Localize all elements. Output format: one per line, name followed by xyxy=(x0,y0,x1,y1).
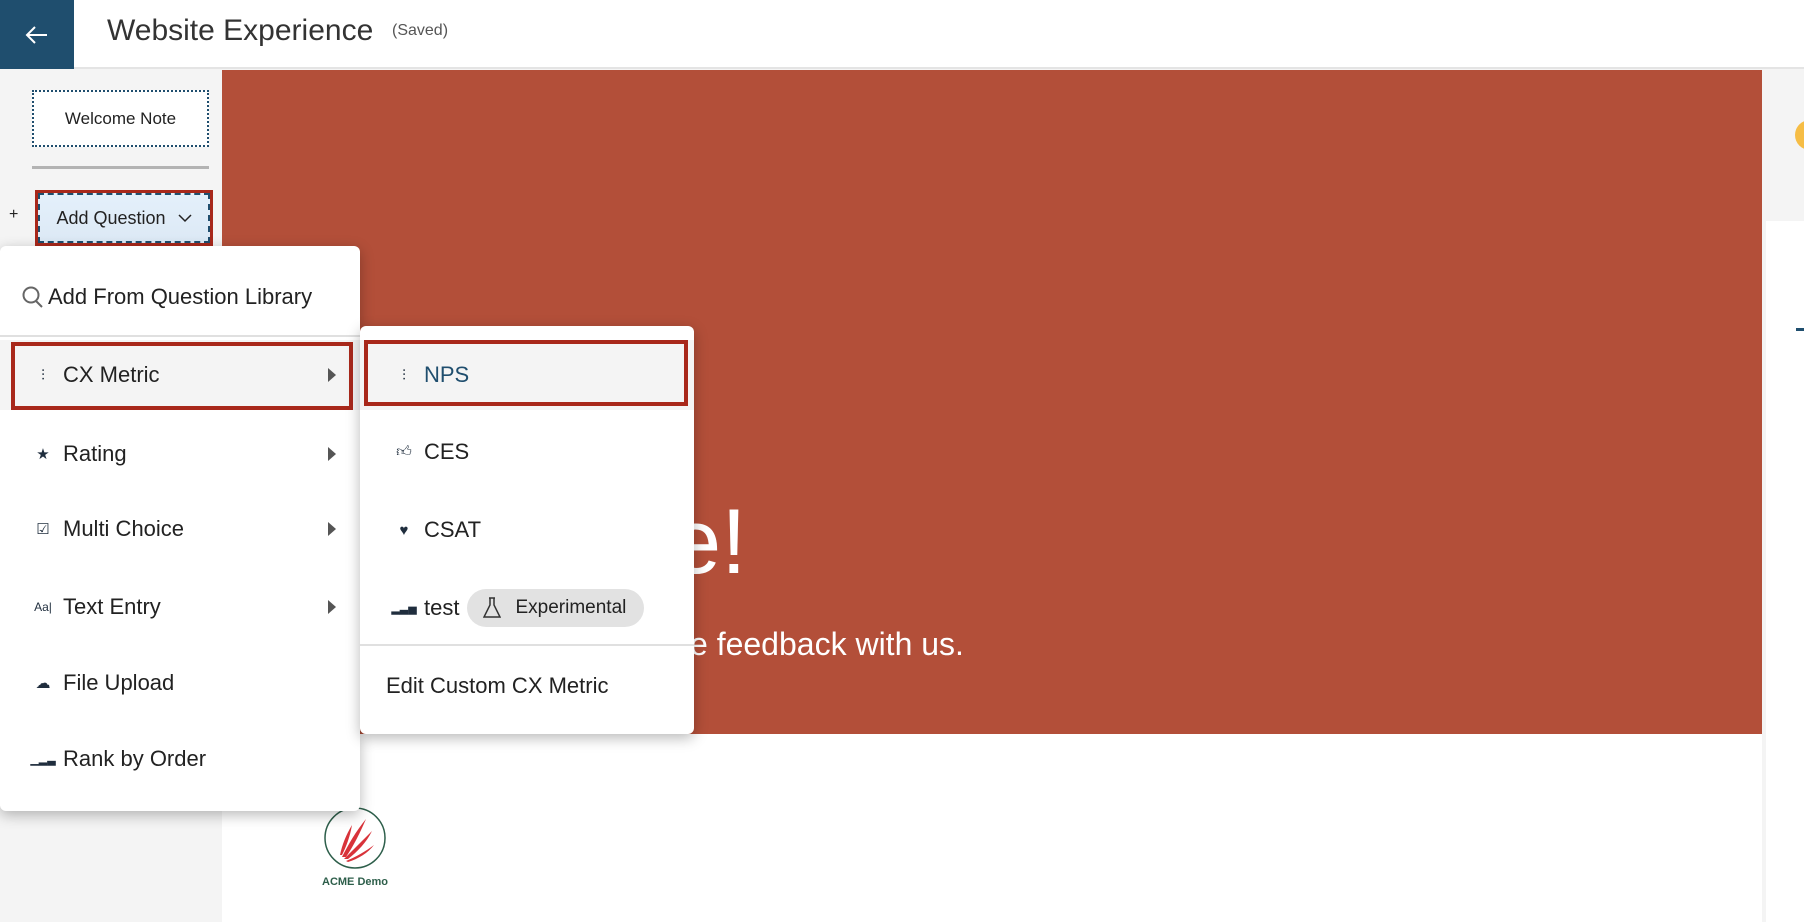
submenu-item-label: test xyxy=(424,595,460,620)
right-panel-body xyxy=(1766,221,1804,922)
page-title: Website Experience xyxy=(107,14,374,47)
menu-item-label: Text Entry xyxy=(63,594,161,619)
badge-label: Experimental xyxy=(515,597,627,618)
submenu-item-ces[interactable]: 👍︎ CES xyxy=(360,430,694,474)
survey-canvas xyxy=(222,734,1762,922)
submenu-item-label: CES xyxy=(424,439,470,464)
cx-metric-submenu: ⫶ NPS 👍︎ CES ♥ CSAT ▂▃▅ test Experimental Ed… xyxy=(360,326,694,734)
add-question-menu: Add From Question Library ⫶ CX Metric ★ Ra… xyxy=(0,246,360,811)
caret-right-icon xyxy=(328,522,336,536)
arrow-left-icon xyxy=(25,25,47,44)
back-button[interactable] xyxy=(0,0,74,69)
flask-icon xyxy=(483,597,502,618)
welcome-note-label: Welcome Note xyxy=(64,108,177,128)
menu-item-file-upload[interactable]: ☁ File Upload xyxy=(0,661,360,705)
save-status: (Saved) xyxy=(392,22,449,39)
heart-icon: ♥ xyxy=(399,521,409,539)
thumbs-up-icon: 👍︎ xyxy=(396,443,412,460)
checkbox-icon: ☑ xyxy=(36,521,50,538)
add-question-button[interactable]: Add Question xyxy=(35,190,213,246)
caret-right-icon xyxy=(328,600,336,614)
logo-text: ACME Demo xyxy=(322,876,389,888)
menu-item-label: File Upload xyxy=(63,670,175,695)
divider xyxy=(360,644,694,646)
welcome-note-block[interactable]: Welcome Note xyxy=(32,90,209,147)
text-icon: Aa| xyxy=(34,600,52,614)
add-question-label: Add Question xyxy=(56,207,166,228)
star-icon: ★ xyxy=(36,446,50,463)
chevron-down-icon xyxy=(178,213,192,222)
divider xyxy=(0,335,360,337)
banner-subtext: e feedback with us. xyxy=(690,626,964,662)
cloud-upload-icon: ☁ xyxy=(35,675,51,692)
bars-icon: ▁▂▃ xyxy=(30,753,56,766)
menu-item-label: Rating xyxy=(63,441,127,466)
search-icon xyxy=(22,286,43,308)
bars-icon: ▂▃▅ xyxy=(391,602,417,615)
highlight-box xyxy=(364,340,688,406)
menu-item-text-entry[interactable]: Aa| Text Entry xyxy=(0,585,360,629)
divider xyxy=(1796,328,1804,331)
menu-item-rating[interactable]: ★ Rating xyxy=(0,432,360,476)
menu-item-label: Add From Question Library xyxy=(48,284,313,309)
menu-item-label: Multi Choice xyxy=(63,516,185,541)
acme-logo xyxy=(324,807,386,869)
submenu-item-label: CSAT xyxy=(424,517,482,542)
experimental-badge: Experimental xyxy=(467,589,645,627)
divider xyxy=(32,166,209,169)
submenu-item-csat[interactable]: ♥ CSAT xyxy=(360,508,694,552)
menu-item-rank-by-order[interactable]: ▁▂▃ Rank by Order xyxy=(0,737,360,781)
menu-item-multi-choice[interactable]: ☑ Multi Choice xyxy=(0,507,360,551)
submenu-item-test[interactable]: ▂▃▅ test Experimental xyxy=(360,586,694,630)
highlight-box xyxy=(11,342,353,410)
edit-custom-cx-metric[interactable]: Edit Custom CX Metric xyxy=(360,664,694,708)
caret-right-icon xyxy=(328,447,336,461)
submenu-item-label: Edit Custom CX Metric xyxy=(386,673,609,698)
plus-icon: + xyxy=(9,206,19,223)
menu-item-question-library[interactable]: Add From Question Library xyxy=(0,276,360,318)
menu-item-label: Rank by Order xyxy=(63,746,207,771)
